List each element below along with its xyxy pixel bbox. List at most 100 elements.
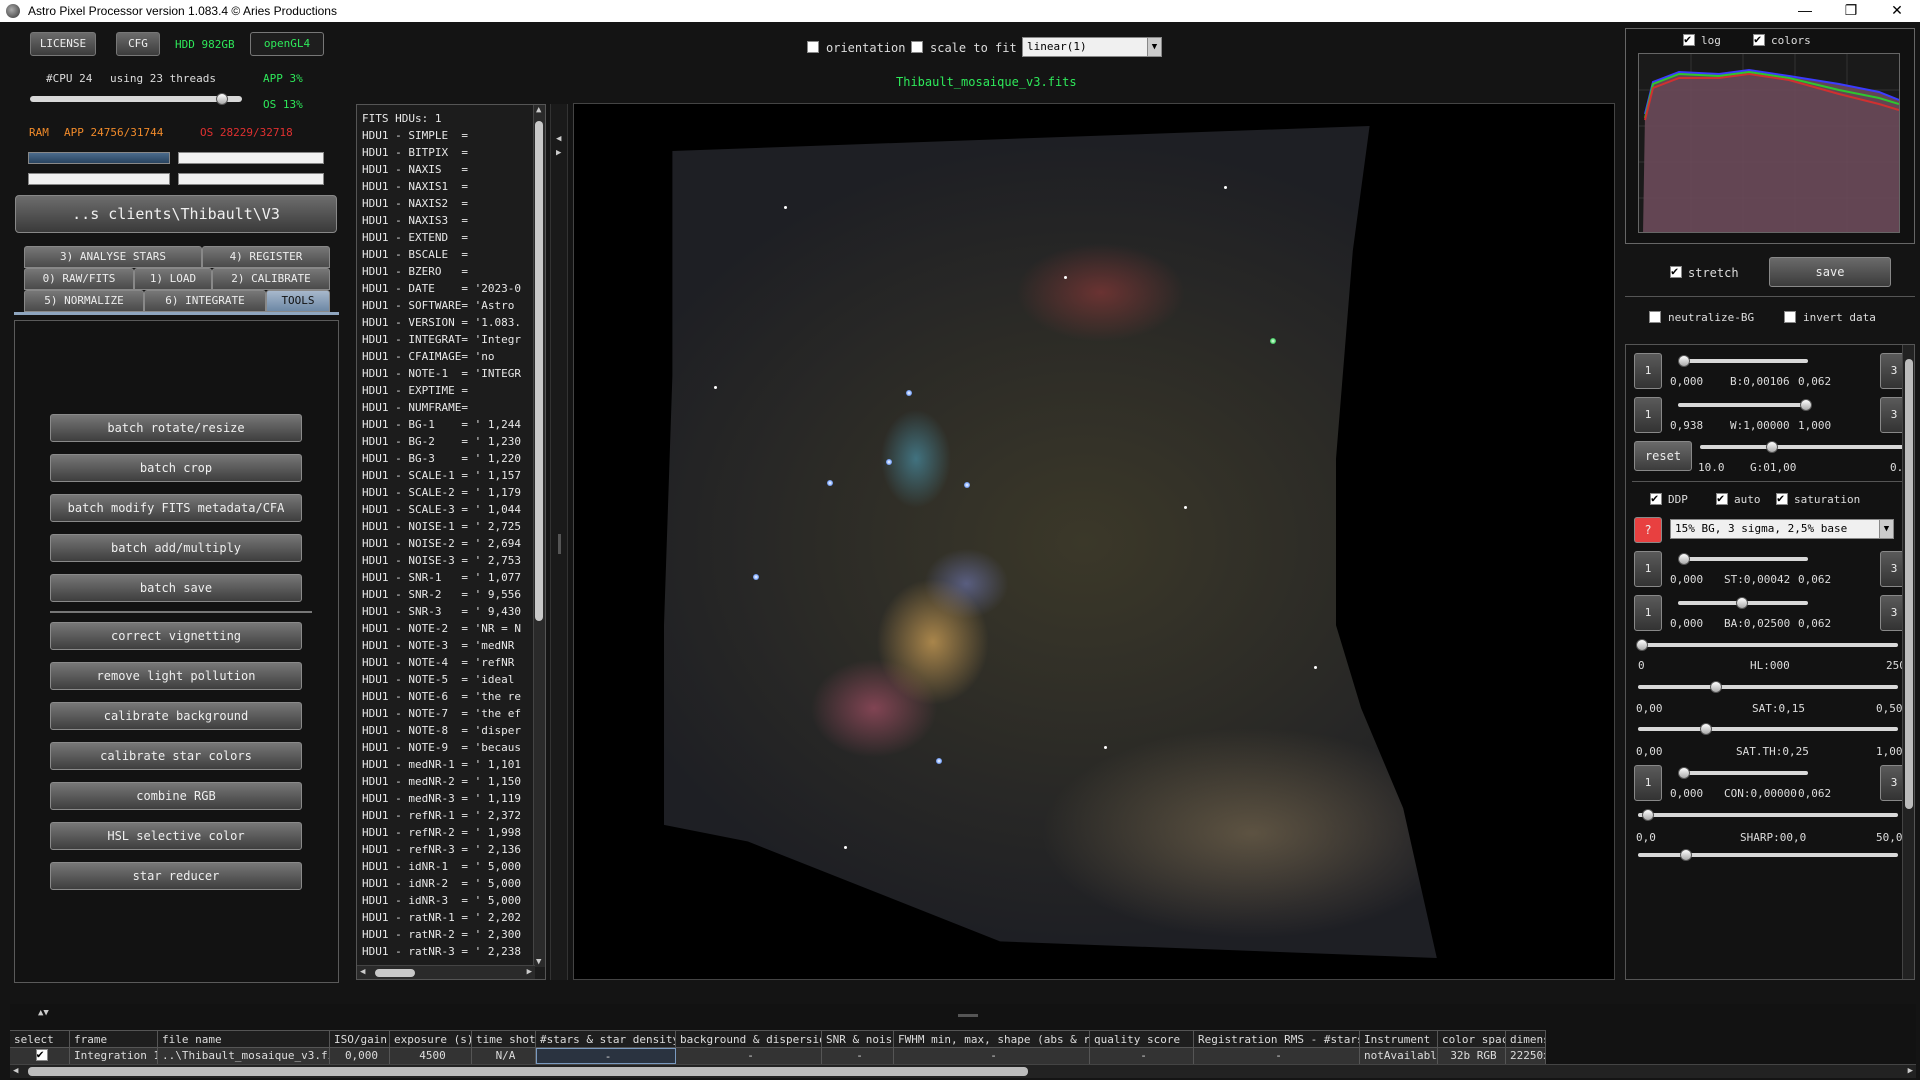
scroll-left-icon[interactable]: ◀ <box>13 1066 18 1076</box>
table-cell[interactable]: - <box>894 1048 1090 1064</box>
remove-light-pollution-button[interactable]: remove light pollution <box>50 662 302 690</box>
collapse-left-icon[interactable]: ◀ <box>556 134 561 144</box>
chevron-down-icon[interactable]: ▼ <box>1879 520 1893 538</box>
con-decrease-button[interactable]: 1 <box>1634 765 1662 801</box>
ba-slider-knob[interactable] <box>1736 597 1748 609</box>
saturation-checkbox[interactable] <box>1776 491 1788 505</box>
batch-add-multiply-button[interactable]: batch add/multiply <box>50 534 302 562</box>
g-slider[interactable] <box>1700 445 1910 449</box>
column-header[interactable]: quality score <box>1090 1031 1194 1047</box>
table-cell[interactable]: - <box>822 1048 894 1064</box>
reset-button[interactable]: reset <box>1634 441 1692 471</box>
save-button[interactable]: save <box>1769 257 1891 287</box>
opengl-button[interactable]: openGL4 <box>250 32 324 56</box>
stretch-mode-select[interactable]: linear(1) ▼ <box>1022 37 1162 57</box>
close-button[interactable]: ✕ <box>1874 0 1920 22</box>
con-slider[interactable] <box>1678 771 1808 775</box>
column-header[interactable]: Registration RMS - #stars <box>1194 1031 1360 1047</box>
tab-register[interactable]: 4) REGISTER <box>202 246 330 268</box>
chevron-down-icon[interactable]: ▼ <box>1147 38 1161 56</box>
hl-slider-knob[interactable] <box>1636 639 1648 651</box>
tab-integrate[interactable]: 6) INTEGRATE <box>144 290 266 312</box>
column-header[interactable]: ISO/gain <box>330 1031 390 1047</box>
sat-slider-knob[interactable] <box>1710 681 1722 693</box>
scroll-right-icon[interactable]: ▶ <box>1908 1066 1913 1076</box>
table-cell[interactable]: N/A <box>472 1048 536 1064</box>
sat-slider[interactable] <box>1638 685 1898 689</box>
column-header[interactable]: FWHM min, max, shape (abs & rel) <box>894 1031 1090 1047</box>
license-button[interactable]: LICENSE <box>30 32 96 56</box>
scale-to-fit-checkbox[interactable] <box>911 41 923 53</box>
help-button[interactable]: ? <box>1634 517 1662 543</box>
collapse-right-icon[interactable]: ▶ <box>556 148 561 158</box>
auto-checkbox[interactable] <box>1716 491 1728 505</box>
fits-vertical-scrollbar[interactable]: ▲ ▼ <box>533 105 545 967</box>
table-cell[interactable]: Integration 1 <box>70 1048 158 1064</box>
table-cell[interactable]: - <box>676 1048 822 1064</box>
correct-vignetting-button[interactable]: correct vignetting <box>50 622 302 650</box>
fits-horizontal-scrollbar[interactable]: ◀ ▶ <box>357 965 535 979</box>
controls-scrollbar[interactable] <box>1902 345 1914 979</box>
batch-crop-button[interactable]: batch crop <box>50 454 302 482</box>
column-header[interactable]: exposure (s) <box>390 1031 472 1047</box>
minimize-button[interactable]: — <box>1782 0 1828 22</box>
image-viewer[interactable] <box>573 103 1615 980</box>
panel-grip[interactable] <box>958 1014 978 1017</box>
table-cell[interactable]: ..\Thibault_mosaique_v3.fits <box>158 1048 330 1064</box>
scroll-up-icon[interactable]: ▲ <box>536 105 541 115</box>
scroll-down-icon[interactable]: ▼ <box>536 957 541 967</box>
ddp-preset-select[interactable]: 15% BG, 3 sigma, 2,5% base ▼ <box>1670 519 1894 539</box>
table-horizontal-scrollbar[interactable]: ◀ ▶ <box>10 1064 1916 1078</box>
st-decrease-button[interactable]: 1 <box>1634 551 1662 587</box>
column-header[interactable]: dimens <box>1506 1031 1546 1047</box>
neutralize-bg-checkbox[interactable] <box>1649 311 1661 323</box>
star-reducer-button[interactable]: star reducer <box>50 862 302 890</box>
tab-raw-fits[interactable]: 0) RAW/FITS <box>24 268 134 290</box>
thread-slider-knob[interactable] <box>216 93 228 105</box>
st-slider[interactable] <box>1678 557 1808 561</box>
tab-analyse-stars[interactable]: 3) ANALYSE STARS <box>24 246 202 268</box>
expand-icon[interactable]: ▲▼ <box>38 1008 49 1018</box>
select-checkbox[interactable] <box>35 1048 48 1062</box>
fits-scroll-thumb[interactable] <box>535 121 543 621</box>
tab-load[interactable]: 1) LOAD <box>134 268 212 290</box>
column-header[interactable]: Instrument <box>1360 1031 1438 1047</box>
maximize-button[interactable]: ❐ <box>1828 0 1874 22</box>
cfg-button[interactable]: CFG <box>116 32 160 56</box>
table-cell[interactable]: 4500 <box>390 1048 472 1064</box>
extra-slider[interactable] <box>1638 853 1898 857</box>
table-row[interactable]: Integration 1..\Thibault_mosaique_v3.fit… <box>10 1048 1546 1064</box>
satth-slider[interactable] <box>1638 727 1898 731</box>
combine-rgb-button[interactable]: combine RGB <box>50 782 302 810</box>
w-decrease-button[interactable]: 1 <box>1634 397 1662 433</box>
controls-scroll-thumb[interactable] <box>1905 359 1913 809</box>
stretch-checkbox[interactable] <box>1670 264 1682 278</box>
log-checkbox[interactable] <box>1683 32 1695 46</box>
batch-modify-fits-button[interactable]: batch modify FITS metadata/CFA <box>50 494 302 522</box>
table-cell[interactable]: - <box>1090 1048 1194 1064</box>
orientation-checkbox[interactable] <box>807 41 819 53</box>
batch-save-button[interactable]: batch save <box>50 574 302 602</box>
table-cell[interactable]: - <box>1194 1048 1360 1064</box>
splitter-grip[interactable] <box>558 534 561 554</box>
w-slider[interactable] <box>1678 403 1808 407</box>
b-slider-knob[interactable] <box>1678 355 1690 367</box>
scroll-left-icon[interactable]: ◀ <box>360 967 365 977</box>
b-decrease-button[interactable]: 1 <box>1634 353 1662 389</box>
con-slider-knob[interactable] <box>1678 767 1690 779</box>
ddp-checkbox[interactable] <box>1650 491 1662 505</box>
sharp-slider-knob[interactable] <box>1642 809 1654 821</box>
colors-checkbox[interactable] <box>1753 32 1765 46</box>
table-cell[interactable]: 0,000 <box>330 1048 390 1064</box>
working-directory-button[interactable]: ..s clients\Thibault\V3 <box>15 195 337 233</box>
table-cell[interactable]: 22250x <box>1506 1048 1546 1064</box>
column-header[interactable]: #stars & star density <box>536 1031 676 1047</box>
table-cell[interactable]: notAvailable <box>1360 1048 1438 1064</box>
calibrate-star-colors-button[interactable]: calibrate star colors <box>50 742 302 770</box>
panel-splitter[interactable]: ◀ ▶ <box>550 104 568 980</box>
column-header[interactable]: SNR & noise <box>822 1031 894 1047</box>
calibrate-background-button[interactable]: calibrate background <box>50 702 302 730</box>
g-slider-knob[interactable] <box>1766 441 1778 453</box>
select-cell[interactable] <box>10 1048 70 1064</box>
extra-slider-knob[interactable] <box>1680 849 1692 861</box>
